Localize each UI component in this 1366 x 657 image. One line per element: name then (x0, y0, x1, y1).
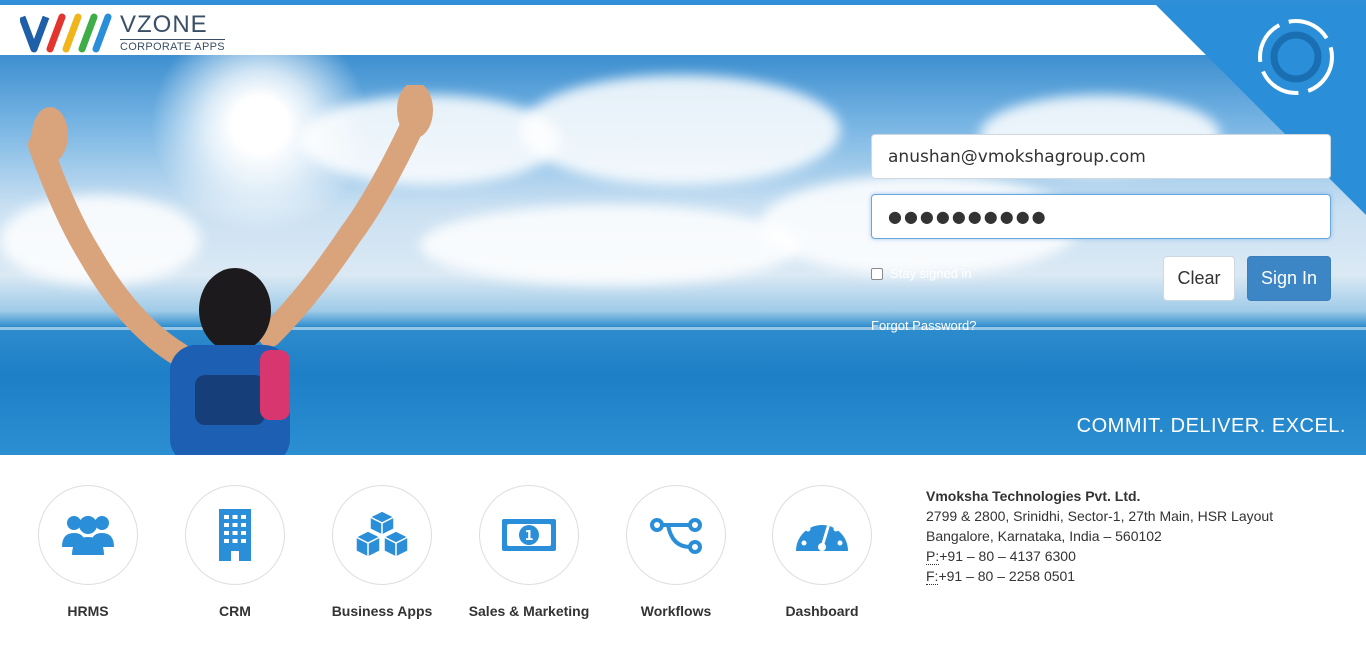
app-circle[interactable] (38, 485, 138, 585)
company-name: Vmoksha Technologies Pvt. Ltd. (926, 488, 1141, 504)
clear-button[interactable]: Clear (1163, 256, 1235, 301)
app-circle[interactable] (626, 485, 726, 585)
app-hrms[interactable]: HRMS (8, 485, 168, 619)
app-crm[interactable]: CRM (155, 485, 315, 619)
cubes-icon (355, 510, 409, 558)
app-label: Dashboard (785, 603, 859, 619)
password-field[interactable]: ●●●●●●●●●● (871, 194, 1331, 239)
logo-subtitle: CORPORATE APPS (120, 39, 225, 53)
dashboard-icon (796, 518, 848, 551)
app-circle[interactable] (185, 485, 285, 585)
company-address-line2: Bangalore, Karnataka, India – 560102 (926, 528, 1162, 544)
email-field[interactable]: anushan@vmokshagroup.com (871, 134, 1331, 179)
company-info: Vmoksha Technologies Pvt. Ltd. 2799 & 28… (926, 486, 1273, 586)
app-workflows[interactable]: Workflows (596, 485, 756, 619)
app-label: Business Apps (331, 603, 433, 619)
company-address-line1: 2799 & 2800, Srinidhi, Sector-1, 27th Ma… (926, 508, 1274, 524)
company-phone: P:+91 – 80 – 4137 6300 (926, 546, 1273, 566)
sign-in-button[interactable]: Sign In (1247, 256, 1331, 301)
fax-prefix: F: (926, 568, 939, 585)
svg-text:1: 1 (524, 529, 533, 544)
forgot-password-link[interactable]: Forgot Password? (871, 318, 977, 333)
users-icon (62, 516, 114, 555)
phone-prefix: P: (926, 548, 940, 565)
company-fax: F:+91 – 80 – 2258 0501 (926, 566, 1273, 586)
app-sales-marketing[interactable]: 1 Sales & Marketing (449, 485, 609, 619)
tagline: COMMIT. DELIVER. EXCEL. (1076, 415, 1346, 437)
building-icon (219, 509, 251, 561)
app-dashboard[interactable]: Dashboard (742, 485, 902, 619)
logo-text: VZONE CORPORATE APPS (120, 13, 225, 53)
phone-number: +91 – 80 – 4137 6300 (939, 548, 1076, 564)
app-label: Sales & Marketing (468, 603, 590, 619)
logo[interactable]: VZONE CORPORATE APPS (20, 11, 225, 55)
app-circle[interactable] (772, 485, 872, 585)
stay-signed-in[interactable]: Stay signed in (871, 266, 972, 281)
corner-badge (1156, 5, 1366, 215)
person-illustration (28, 85, 433, 455)
logo-title: VZONE (120, 11, 208, 38)
cloud (520, 75, 840, 185)
app-label: CRM (219, 603, 251, 619)
apps-row: HRMS CRM Business Apps 1 Sales & Marketi… (0, 455, 900, 657)
fax-number: +91 – 80 – 2258 0501 (938, 568, 1076, 584)
app-label: Workflows (640, 603, 712, 619)
stay-signed-in-checkbox[interactable] (871, 267, 883, 280)
app-circle[interactable]: 1 (479, 485, 579, 585)
cloud (420, 205, 800, 285)
app-business-apps[interactable]: Business Apps (302, 485, 462, 619)
app-circle[interactable] (332, 485, 432, 585)
money-icon: 1 (502, 519, 556, 551)
workflow-icon (650, 518, 702, 554)
stay-signed-in-label: Stay signed in (890, 266, 972, 281)
app-label: HRMS (67, 603, 109, 619)
vm-logo-icon (20, 13, 112, 53)
